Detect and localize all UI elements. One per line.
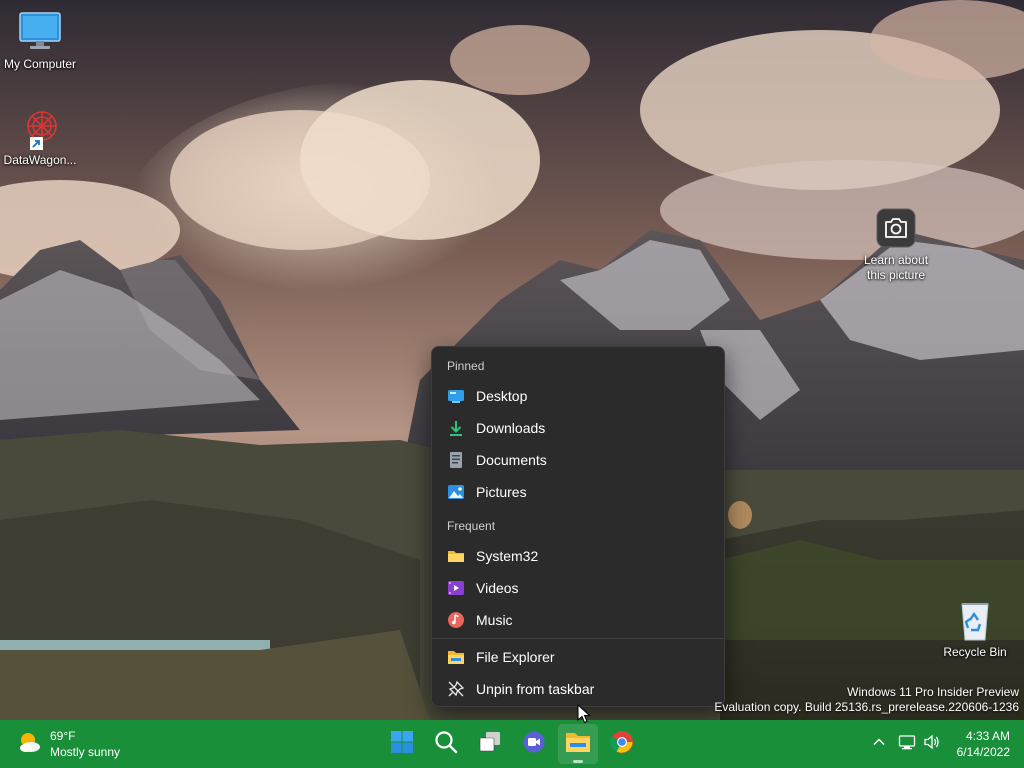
task-view-button[interactable] xyxy=(470,724,510,764)
jump-list-action-file-explorer[interactable]: File Explorer xyxy=(437,642,721,672)
jump-list-item-label: File Explorer xyxy=(476,649,555,665)
chevron-up-icon xyxy=(872,735,886,754)
jump-list-item-label: Unpin from taskbar xyxy=(476,681,595,697)
jump-list-item-label: Videos xyxy=(476,580,519,596)
jump-list-frequent-header: Frequent xyxy=(447,519,496,533)
chrome-icon xyxy=(610,730,634,759)
jump-list-item-label: Documents xyxy=(476,452,547,468)
downloads-icon xyxy=(447,419,465,437)
jump-list-item-videos[interactable]: Videos xyxy=(437,573,721,603)
pictures-icon xyxy=(447,483,465,501)
jump-list-pinned-header: Pinned xyxy=(447,359,485,373)
desktop-icon-label: DataWagon... xyxy=(3,153,77,167)
desktop-icon-label: My Computer xyxy=(3,57,77,71)
folder-icon xyxy=(447,547,465,565)
system-clock[interactable]: 4:33 AM 6/14/2022 xyxy=(957,728,1010,760)
taskbar: 69°F Mostly sunny 4:33 AM 6/14/2022 xyxy=(0,720,1024,768)
volume-button[interactable] xyxy=(920,732,944,756)
weather-widget[interactable]: 69°F Mostly sunny xyxy=(16,727,120,761)
show-hidden-icons-button[interactable] xyxy=(868,732,890,756)
mouse-cursor-icon xyxy=(577,703,591,729)
desktop-icon-label-line2: this picture xyxy=(866,268,926,282)
desktop-folder-icon xyxy=(447,387,465,405)
unpin-icon xyxy=(447,680,465,698)
network-icon xyxy=(898,733,916,756)
chat-button[interactable] xyxy=(514,724,554,764)
videos-icon xyxy=(447,579,465,597)
jump-list-item-downloads[interactable]: Downloads xyxy=(437,413,721,443)
jump-list-item-label: System32 xyxy=(476,548,539,564)
desktop-icon-learn-about-picture[interactable]: Learn about this picture xyxy=(856,206,936,283)
windows-start-icon xyxy=(390,730,414,759)
clock-date: 6/14/2022 xyxy=(956,745,1010,759)
desktop-icon-label-line1: Learn about xyxy=(863,253,929,267)
clock-time: 4:33 AM xyxy=(965,729,1010,743)
datawagon-shortcut-icon xyxy=(18,106,62,150)
jump-list-item-documents[interactable]: Documents xyxy=(437,445,721,475)
file-explorer-icon xyxy=(447,648,465,666)
network-button[interactable] xyxy=(895,732,919,756)
jump-list-action-unpin[interactable]: Unpin from taskbar xyxy=(437,674,721,704)
music-icon xyxy=(447,611,465,629)
desktop-icon-label: Recycle Bin xyxy=(943,645,1007,659)
sun-cloud-icon xyxy=(16,729,42,760)
monitor-icon xyxy=(18,10,62,54)
jump-list-item-label: Music xyxy=(476,612,513,628)
camera-icon xyxy=(874,206,918,250)
watermark-line-1: Windows 11 Pro Insider Preview xyxy=(847,685,1019,699)
jump-list-item-label: Desktop xyxy=(476,388,528,404)
task-view-icon xyxy=(478,730,502,759)
watermark-line-2: Evaluation copy. Build 25136.rs_prerelea… xyxy=(714,700,1019,714)
desktop-icon-my-computer[interactable]: My Computer xyxy=(0,10,80,72)
volume-icon xyxy=(923,733,941,756)
evaluation-watermark: Windows 11 Pro Insider Preview Evaluatio… xyxy=(714,685,1019,715)
chat-icon xyxy=(522,730,546,759)
jump-list-item-desktop[interactable]: Desktop xyxy=(437,381,721,411)
jump-list-item-system32[interactable]: System32 xyxy=(437,541,721,571)
weather-temperature: 69°F xyxy=(50,729,76,743)
weather-condition: Mostly sunny xyxy=(50,745,121,759)
file-explorer-jump-list: Pinned Desktop Downloads Documents Pictu… xyxy=(431,346,725,707)
jump-list-item-pictures[interactable]: Pictures xyxy=(437,477,721,507)
jump-list-item-label: Pictures xyxy=(476,484,527,500)
search-button[interactable] xyxy=(426,724,466,764)
documents-icon xyxy=(447,451,465,469)
jump-list-divider xyxy=(432,638,724,639)
file-explorer-icon xyxy=(565,730,591,759)
desktop-icon-datawagon[interactable]: DataWagon... xyxy=(0,106,80,168)
chrome-button[interactable] xyxy=(602,724,642,764)
recycle-bin-icon xyxy=(953,598,997,642)
file-explorer-taskbar-button[interactable] xyxy=(558,724,598,764)
active-app-indicator xyxy=(573,760,583,763)
search-icon xyxy=(434,730,458,759)
desktop-icon-recycle-bin[interactable]: Recycle Bin xyxy=(935,598,1015,660)
jump-list-item-label: Downloads xyxy=(476,420,546,436)
start-button[interactable] xyxy=(382,724,422,764)
jump-list-item-music[interactable]: Music xyxy=(437,605,721,635)
